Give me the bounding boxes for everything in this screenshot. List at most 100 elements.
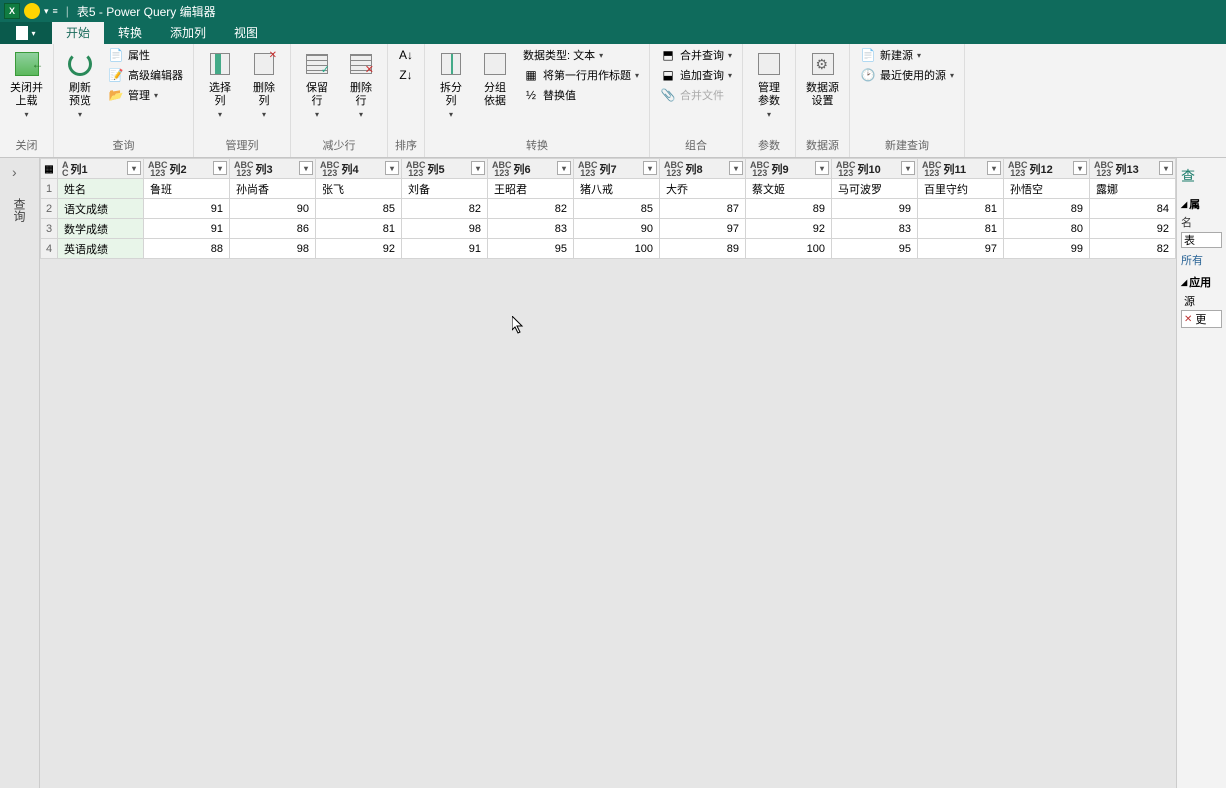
cell[interactable]: 82	[1090, 239, 1176, 259]
cell[interactable]: 84	[1090, 199, 1176, 219]
cell[interactable]: 92	[316, 239, 402, 259]
group-by-button[interactable]: 分组 依据	[475, 46, 515, 110]
merge-queries-button[interactable]: ⬒合并查询 ▾	[656, 46, 736, 64]
cell[interactable]: 97	[918, 239, 1004, 259]
cell[interactable]: 95	[832, 239, 918, 259]
cell[interactable]: 88	[144, 239, 230, 259]
data-source-settings-button[interactable]: 数据源 设置	[802, 46, 843, 110]
step-changed-type[interactable]: ✕更	[1181, 310, 1222, 328]
cell[interactable]: 蔡文姬	[746, 179, 832, 199]
tab-addcolumn[interactable]: 添加列	[156, 22, 220, 44]
properties-section[interactable]: ◢属	[1181, 196, 1222, 212]
cell[interactable]: 83	[832, 219, 918, 239]
cell[interactable]: 92	[746, 219, 832, 239]
expand-queries-icon[interactable]: ›	[12, 164, 17, 180]
cell[interactable]: 85	[574, 199, 660, 219]
column-header[interactable]: ABC123列7▾	[574, 159, 660, 179]
filter-dropdown-icon[interactable]: ▾	[901, 161, 915, 175]
cell[interactable]: 89	[660, 239, 746, 259]
cell[interactable]: 鲁班	[144, 179, 230, 199]
filter-dropdown-icon[interactable]: ▾	[1073, 161, 1087, 175]
column-header[interactable]: ABC123列10▾	[832, 159, 918, 179]
tab-transform[interactable]: 转换	[104, 22, 156, 44]
manage-button[interactable]: 📂管理 ▾	[104, 86, 187, 104]
cell[interactable]: 猪八戒	[574, 179, 660, 199]
manage-parameters-button[interactable]: 管理 参数 ▾	[749, 46, 789, 121]
cell[interactable]: 大乔	[660, 179, 746, 199]
smiley-icon[interactable]	[24, 3, 40, 19]
remove-columns-button[interactable]: 删除 列 ▾	[244, 46, 284, 121]
refresh-preview-button[interactable]: 刷新 预览 ▾	[60, 46, 100, 121]
cell[interactable]: 99	[1004, 239, 1090, 259]
replace-values-button[interactable]: ½替换值	[519, 86, 643, 104]
filter-dropdown-icon[interactable]: ▾	[471, 161, 485, 175]
cell[interactable]: 81	[918, 219, 1004, 239]
append-queries-button[interactable]: ⬓追加查询 ▾	[656, 66, 736, 84]
column-header[interactable]: ABC123列12▾	[1004, 159, 1090, 179]
column-header[interactable]: ABC123列4▾	[316, 159, 402, 179]
cell[interactable]: 张飞	[316, 179, 402, 199]
cell[interactable]: 91	[144, 219, 230, 239]
cell[interactable]: 82	[402, 199, 488, 219]
filter-dropdown-icon[interactable]: ▾	[729, 161, 743, 175]
step-source[interactable]: 源	[1181, 292, 1222, 310]
cell[interactable]: 82	[488, 199, 574, 219]
cell[interactable]: 语文成绩	[58, 199, 144, 219]
advanced-editor-button[interactable]: 📝高级编辑器	[104, 66, 187, 84]
cell[interactable]: 85	[316, 199, 402, 219]
select-columns-button[interactable]: 选择 列 ▾	[200, 46, 240, 121]
cell[interactable]: 孙尚香	[230, 179, 316, 199]
data-grid[interactable]: ▦AC列1▾ABC123列2▾ABC123列3▾ABC123列4▾ABC123列…	[40, 158, 1176, 788]
combine-files-button[interactable]: 📎合并文件	[656, 86, 736, 104]
cell[interactable]: 孙悟空	[1004, 179, 1090, 199]
cell[interactable]: 99	[832, 199, 918, 219]
cell[interactable]: 81	[918, 199, 1004, 219]
cell[interactable]: 97	[660, 219, 746, 239]
filter-dropdown-icon[interactable]: ▾	[127, 161, 141, 175]
properties-button[interactable]: 📄属性	[104, 46, 187, 64]
cell[interactable]: 百里守约	[918, 179, 1004, 199]
column-header[interactable]: ABC123列9▾	[746, 159, 832, 179]
data-type-button[interactable]: 数据类型: 文本 ▾	[519, 46, 643, 64]
close-load-button[interactable]: 关闭并 上载 ▾	[6, 46, 47, 121]
filter-dropdown-icon[interactable]: ▾	[299, 161, 313, 175]
cell[interactable]: 83	[488, 219, 574, 239]
filter-dropdown-icon[interactable]: ▾	[987, 161, 1001, 175]
row-header[interactable]: 3	[41, 219, 58, 239]
cell[interactable]: 数学成绩	[58, 219, 144, 239]
cell[interactable]: 马可波罗	[832, 179, 918, 199]
cell[interactable]: 91	[402, 239, 488, 259]
filter-dropdown-icon[interactable]: ▾	[213, 161, 227, 175]
cell[interactable]: 89	[1004, 199, 1090, 219]
cell[interactable]: 姓名	[58, 179, 144, 199]
cell[interactable]: 刘备	[402, 179, 488, 199]
remove-rows-button[interactable]: 删除 行 ▾	[341, 46, 381, 121]
sort-desc-button[interactable]: Z↓	[394, 66, 418, 84]
filter-dropdown-icon[interactable]: ▾	[1159, 161, 1173, 175]
tab-view[interactable]: 视图	[220, 22, 272, 44]
cell[interactable]: 露娜	[1090, 179, 1176, 199]
qat-dropdown-icon[interactable]: ▾	[44, 6, 49, 17]
delete-step-icon[interactable]: ✕	[1184, 314, 1192, 325]
all-properties-link[interactable]: 所有	[1181, 252, 1222, 268]
cell[interactable]: 86	[230, 219, 316, 239]
column-header[interactable]: ABC123列2▾	[144, 159, 230, 179]
cell[interactable]: 91	[144, 199, 230, 219]
cell[interactable]: 98	[230, 239, 316, 259]
sort-asc-button[interactable]: A↓	[394, 46, 418, 64]
cell[interactable]: 98	[402, 219, 488, 239]
column-header[interactable]: ABC123列13▾	[1090, 159, 1176, 179]
cell[interactable]: 90	[230, 199, 316, 219]
column-header[interactable]: AC列1▾	[58, 159, 144, 179]
grid-corner[interactable]: ▦	[41, 159, 58, 179]
cell[interactable]: 90	[574, 219, 660, 239]
column-header[interactable]: ABC123列11▾	[918, 159, 1004, 179]
filter-dropdown-icon[interactable]: ▾	[643, 161, 657, 175]
filter-dropdown-icon[interactable]: ▾	[385, 161, 399, 175]
row-header[interactable]: 4	[41, 239, 58, 259]
keep-rows-button[interactable]: 保留 行 ▾	[297, 46, 337, 121]
cell[interactable]: 100	[574, 239, 660, 259]
file-menu[interactable]: ▾	[0, 22, 52, 44]
cell[interactable]: 89	[746, 199, 832, 219]
first-row-header-button[interactable]: ▦将第一行用作标题 ▾	[519, 66, 643, 84]
